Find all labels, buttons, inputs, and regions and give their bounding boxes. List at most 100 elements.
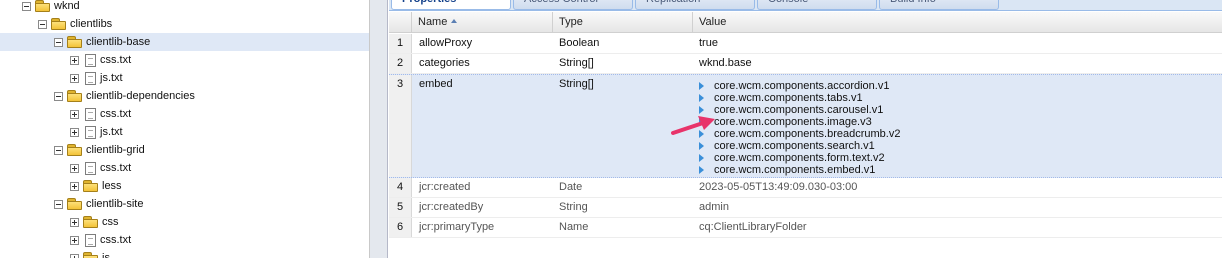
expand-toggle-icon[interactable] xyxy=(70,253,79,258)
tree-node-wknd[interactable]: wknd xyxy=(0,0,369,15)
tree-node-js-txt[interactable]: js.txt xyxy=(0,123,369,141)
table-row[interactable]: 4 jcr:created Date 2023-05-05T13:49:09.0… xyxy=(389,178,1222,198)
list-item[interactable]: core.wcm.components.accordion.v1 xyxy=(699,80,900,92)
triangle-right-icon xyxy=(699,82,704,90)
expand-toggle-icon[interactable] xyxy=(70,181,79,191)
collapse-toggle-icon[interactable] xyxy=(54,37,63,47)
property-type: String[] xyxy=(559,57,594,69)
property-value: cq:ClientLibraryFolder xyxy=(699,221,807,233)
row-number-header xyxy=(389,12,412,33)
expand-toggle-icon[interactable] xyxy=(70,217,79,227)
tree-node-css-txt[interactable]: css.txt xyxy=(0,231,369,249)
tree-node-js-txt[interactable]: js.txt xyxy=(0,69,369,87)
collapse-toggle-icon[interactable] xyxy=(54,91,63,101)
tree-node-css-txt[interactable]: css.txt xyxy=(0,51,369,69)
expand-toggle-icon[interactable] xyxy=(70,55,79,65)
property-type: Name xyxy=(559,221,589,233)
property-value-list: core.wcm.components.accordion.v1 core.wc… xyxy=(699,80,900,176)
folder-icon xyxy=(51,18,66,30)
tree-node-css-txt[interactable]: css.txt xyxy=(0,105,369,123)
folder-icon xyxy=(67,198,82,210)
list-item[interactable]: core.wcm.components.form.text.v2 xyxy=(699,152,900,164)
value-text: core.wcm.components.form.text.v2 xyxy=(714,152,885,164)
list-item[interactable]: core.wcm.components.image.v3 xyxy=(699,116,900,128)
table-row-selected[interactable]: 3 embed String[] core.wcm.components.acc… xyxy=(389,74,1222,178)
property-name: allowProxy xyxy=(419,37,473,49)
row-number: 2 xyxy=(389,54,412,73)
tree-node-less[interactable]: less xyxy=(0,177,369,195)
expand-toggle-icon[interactable] xyxy=(70,235,79,245)
list-item[interactable]: core.wcm.components.search.v1 xyxy=(699,140,900,152)
table-row[interactable]: 1 allowProxy Boolean true xyxy=(389,34,1222,54)
tree-node-clientlib-grid[interactable]: clientlib-grid xyxy=(0,141,369,159)
table-row[interactable]: 2 categories String[] wknd.base xyxy=(389,54,1222,74)
tree-node-clientlib-dependencies[interactable]: clientlib-dependencies xyxy=(0,87,369,105)
tab-bar: Properties Access Control Replication Co… xyxy=(389,0,1222,11)
table-row[interactable]: 5 jcr:createdBy String admin xyxy=(389,198,1222,218)
list-item[interactable]: core.wcm.components.breadcrumb.v2 xyxy=(699,128,900,140)
value-text: core.wcm.components.accordion.v1 xyxy=(714,80,890,92)
value-text: core.wcm.components.tabs.v1 xyxy=(714,92,863,104)
collapse-toggle-icon[interactable] xyxy=(54,199,63,209)
folder-icon xyxy=(83,216,98,228)
tree-node-label: less xyxy=(102,180,122,192)
property-name: jcr:createdBy xyxy=(419,201,484,213)
tree-node-label: css.txt xyxy=(100,162,132,174)
tree-node-label: js.txt xyxy=(100,126,123,138)
value-text: core.wcm.components.embed.v1 xyxy=(714,164,876,176)
panel-splitter[interactable] xyxy=(370,0,388,258)
collapse-toggle-icon[interactable] xyxy=(22,1,31,11)
table-row[interactable]: 6 jcr:primaryType Name cq:ClientLibraryF… xyxy=(389,218,1222,238)
tab-build-info[interactable]: Build Info xyxy=(879,0,999,10)
tree-node-label: clientlibs xyxy=(70,18,113,30)
column-header-label: Type xyxy=(559,16,583,28)
annotation-arrow-icon xyxy=(671,116,715,135)
column-header-value[interactable]: Value xyxy=(693,12,1222,33)
folder-icon xyxy=(67,36,82,48)
tab-replication[interactable]: Replication xyxy=(635,0,755,10)
expand-toggle-icon[interactable] xyxy=(70,163,79,173)
sort-ascending-icon xyxy=(451,19,458,24)
row-number: 1 xyxy=(389,34,412,53)
tree-node-label: css.txt xyxy=(100,234,132,246)
row-number: 4 xyxy=(389,178,412,197)
expand-toggle-icon[interactable] xyxy=(70,109,79,119)
triangle-right-icon xyxy=(699,154,704,162)
column-header-name[interactable]: Name xyxy=(412,12,553,33)
list-item[interactable]: core.wcm.components.carousel.v1 xyxy=(699,104,900,116)
tree-node-js[interactable]: js xyxy=(0,249,369,258)
list-item[interactable]: core.wcm.components.embed.v1 xyxy=(699,164,900,176)
row-number: 6 xyxy=(389,218,412,237)
file-icon xyxy=(85,161,96,175)
file-icon xyxy=(85,53,96,67)
tree-node-clientlib-base[interactable]: clientlib-base xyxy=(0,33,369,51)
tree-node-css[interactable]: css xyxy=(0,213,369,231)
expand-toggle-icon[interactable] xyxy=(70,127,79,137)
file-icon xyxy=(85,107,96,121)
tree-node-label: clientlib-dependencies xyxy=(86,90,195,102)
list-item[interactable]: core.wcm.components.tabs.v1 xyxy=(699,92,900,104)
property-name: jcr:created xyxy=(419,181,471,193)
row-number: 3 xyxy=(389,75,412,177)
column-header-label: Name xyxy=(418,16,448,28)
property-value: true xyxy=(699,37,718,49)
tree-node-clientlib-site[interactable]: clientlib-site xyxy=(0,195,369,213)
property-name: categories xyxy=(419,57,470,69)
folder-icon xyxy=(83,180,98,192)
collapse-toggle-icon[interactable] xyxy=(54,145,63,155)
tree-node-clientlibs[interactable]: clientlibs xyxy=(0,15,369,33)
file-icon xyxy=(85,71,96,85)
collapse-toggle-icon[interactable] xyxy=(38,19,47,29)
column-header-type[interactable]: Type xyxy=(553,12,693,33)
repository-tree: wknd clientlibs clientlib-base css.txt j… xyxy=(0,0,370,258)
tree-node-label: css.txt xyxy=(100,108,132,120)
property-type: String[] xyxy=(559,78,594,90)
tab-properties[interactable]: Properties xyxy=(391,0,511,10)
tree-node-css-txt[interactable]: css.txt xyxy=(0,159,369,177)
value-text: core.wcm.components.search.v1 xyxy=(714,140,875,152)
tab-console[interactable]: Console xyxy=(757,0,877,10)
expand-toggle-icon[interactable] xyxy=(70,73,79,83)
file-icon xyxy=(85,125,96,139)
file-icon xyxy=(85,233,96,247)
tab-access-control[interactable]: Access Control xyxy=(513,0,633,10)
